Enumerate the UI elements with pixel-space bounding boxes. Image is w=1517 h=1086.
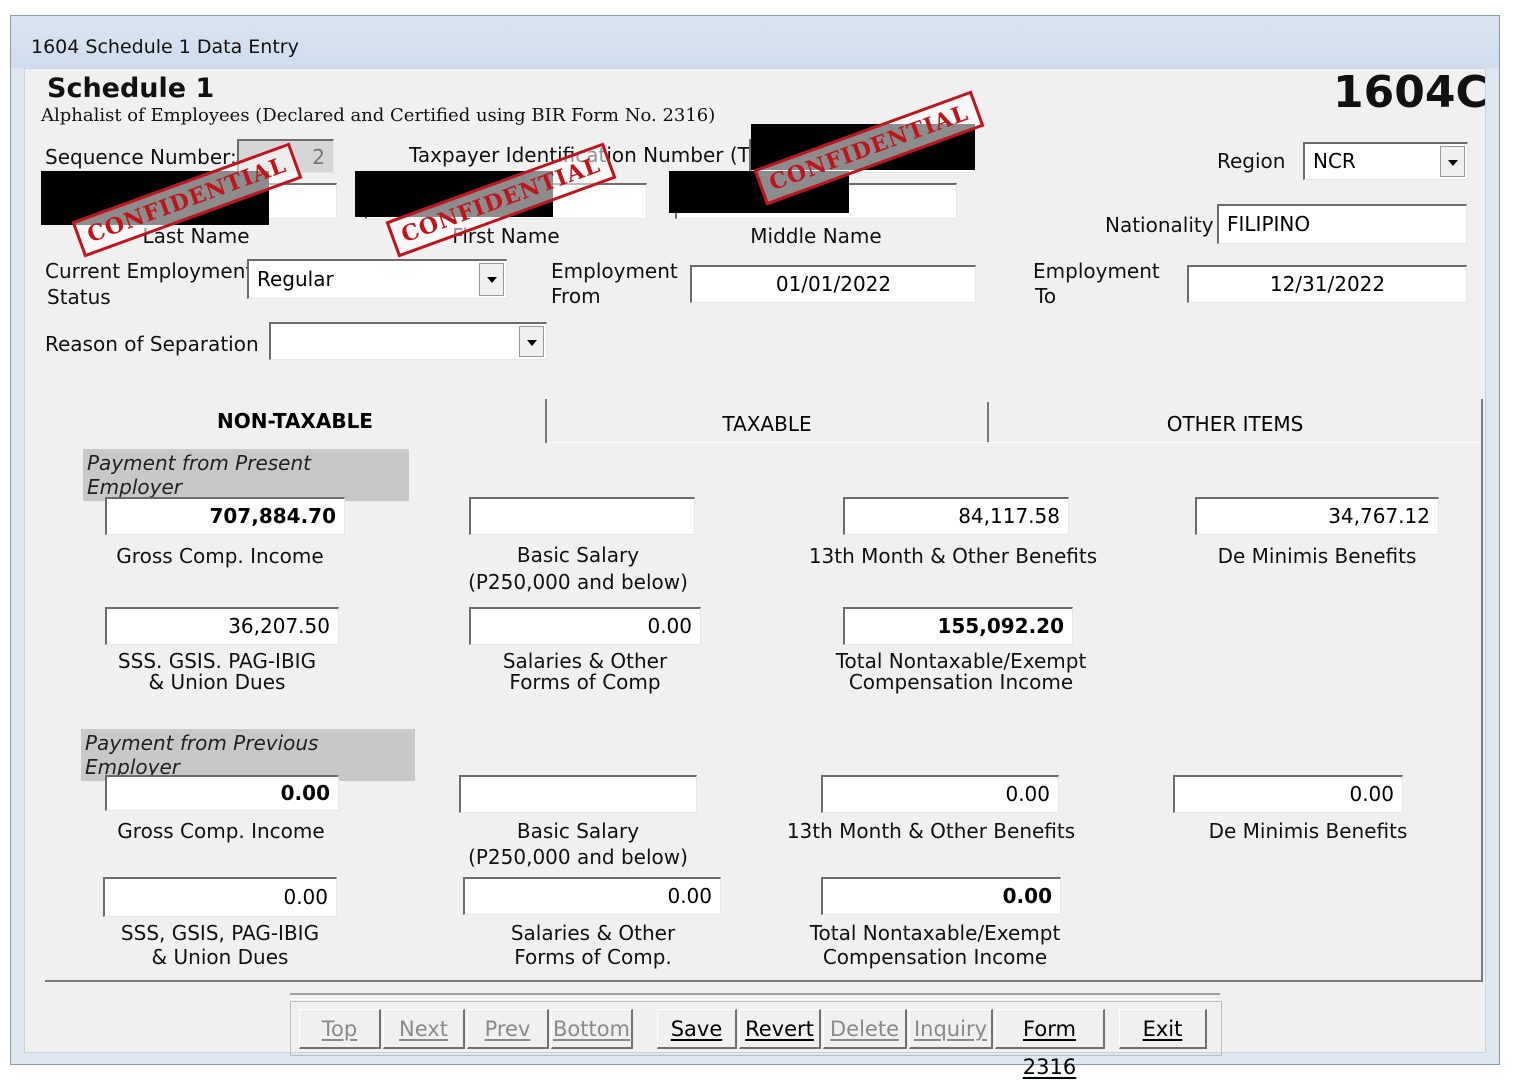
present-total-nontaxable-label-2: Compensation Income (848, 670, 1074, 694)
previous-13th-month-label: 13th Month & Other Benefits (786, 819, 1076, 843)
sequence-number-label: Sequence Number: (45, 145, 237, 169)
middle-name-label: Middle Name (750, 224, 882, 248)
previous-salaries-label-2: Forms of Comp. (514, 945, 672, 969)
save-button[interactable]: Save (657, 1009, 737, 1049)
exit-button[interactable]: Exit (1119, 1009, 1207, 1049)
employment-status-label: Current Employment (45, 259, 254, 283)
previous-total-nontaxable-field[interactable]: 0.00 (821, 877, 1061, 915)
previous-total-nontaxable-label-2: Compensation Income (822, 945, 1048, 969)
present-salaries-field[interactable]: 0.00 (469, 607, 701, 645)
reason-of-separation-label: Reason of Separation (45, 332, 259, 356)
employment-from-label: Employment (551, 259, 678, 283)
tab-panel: NON-TAXABLE TAXABLE OTHER ITEMS Payment … (45, 399, 1483, 982)
present-basic-salary-field[interactable] (469, 497, 695, 535)
previous-sss-field[interactable]: 0.00 (103, 877, 337, 917)
previous-de-minimis-field[interactable]: 0.00 (1173, 775, 1403, 813)
employment-status-label-2: Status (47, 285, 111, 309)
tab-taxable[interactable]: TAXABLE (547, 412, 987, 436)
present-basic-salary-label-2: (P250,000 and below) (468, 570, 688, 594)
employment-status-value: Regular (257, 267, 334, 291)
app-window: 1604 Schedule 1 Data Entry Schedule 1 Al… (10, 15, 1500, 1079)
present-sss-field[interactable]: 36,207.50 (105, 607, 339, 645)
chevron-down-icon[interactable] (1440, 146, 1465, 177)
bottom-button[interactable]: Bottom (551, 1009, 633, 1049)
chevron-down-icon[interactable] (479, 263, 504, 296)
previous-gross-comp-field[interactable]: 0.00 (105, 775, 339, 811)
present-13th-month-field[interactable]: 84,117.58 (843, 497, 1069, 535)
present-total-nontaxable-field[interactable]: 155,092.20 (843, 607, 1073, 645)
tab-other-items[interactable]: OTHER ITEMS (989, 412, 1481, 436)
reason-of-separation-select[interactable] (269, 322, 547, 360)
prev-button[interactable]: Prev (467, 1009, 549, 1049)
previous-basic-salary-label: Basic Salary (516, 819, 640, 843)
form-code: 1604C (1333, 67, 1488, 118)
employment-to-label: Employment (1033, 259, 1160, 283)
region-value: NCR (1313, 149, 1356, 173)
region-select[interactable]: NCR (1303, 142, 1468, 180)
delete-button[interactable]: Delete (823, 1009, 907, 1049)
previous-gross-comp-label: Gross Comp. Income (117, 819, 325, 843)
form-2316-button[interactable]: Form 2316 (995, 1009, 1105, 1079)
present-gross-comp-label: Gross Comp. Income (116, 544, 324, 568)
previous-salaries-field[interactable]: 0.00 (463, 877, 721, 915)
previous-de-minimis-label: De Minimis Benefits (1208, 819, 1408, 843)
employment-from-label-2: From (551, 284, 601, 308)
previous-sss-label: SSS, GSIS, PAG-IBIG (120, 921, 320, 945)
present-13th-month-label: 13th Month & Other Benefits (808, 544, 1098, 568)
present-sss-label-2: & Union Dues (148, 670, 286, 694)
employment-to-field[interactable]: 12/31/2022 (1187, 265, 1467, 303)
nationality-field[interactable]: FILIPINO (1217, 204, 1467, 244)
present-salaries-label-2: Forms of Comp (509, 670, 661, 694)
present-de-minimis-field[interactable]: 34,767.12 (1195, 497, 1439, 535)
button-bar-separator (290, 993, 1220, 1000)
top-button[interactable]: Top (299, 1009, 381, 1049)
present-basic-salary-label: Basic Salary (516, 543, 640, 567)
form-body: Schedule 1 Alphalist of Employees (Decla… (24, 67, 1488, 1079)
employment-to-label-2: To (1035, 284, 1057, 308)
previous-basic-salary-label-2: (P250,000 and below) (468, 845, 688, 869)
inquiry-button[interactable]: Inquiry (909, 1009, 993, 1049)
revert-button[interactable]: Revert (739, 1009, 821, 1049)
previous-sss-label-2: & Union Dues (151, 945, 289, 969)
tab-non-taxable[interactable]: NON-TAXABLE (45, 409, 545, 433)
previous-total-nontaxable-label: Total Nontaxable/Exempt (809, 921, 1061, 945)
next-button[interactable]: Next (383, 1009, 465, 1049)
schedule-title: Schedule 1 (47, 73, 215, 104)
title-bar: 1604 Schedule 1 Data Entry (11, 16, 1499, 68)
previous-employer-section-title: Payment from Previous Employer (81, 729, 415, 781)
schedule-subtitle: Alphalist of Employees (Declared and Cer… (41, 105, 716, 126)
window-title: 1604 Schedule 1 Data Entry (31, 36, 299, 58)
region-label: Region (1217, 149, 1286, 173)
previous-basic-salary-field[interactable] (459, 775, 697, 813)
previous-13th-month-field[interactable]: 0.00 (821, 775, 1059, 813)
chevron-down-icon[interactable] (519, 326, 544, 357)
present-de-minimis-label: De Minimis Benefits (1217, 544, 1417, 568)
nationality-label: Nationality (1105, 213, 1214, 237)
employment-status-select[interactable]: Regular (247, 259, 507, 299)
tab-strip-line (547, 442, 1481, 443)
previous-salaries-label: Salaries & Other (510, 921, 676, 945)
present-employer-section-title: Payment from Present Employer (83, 449, 409, 501)
button-bar: Top Next Prev Bottom Save Revert Delete … (290, 1001, 1222, 1079)
present-gross-comp-field[interactable]: 707,884.70 (105, 497, 345, 535)
employment-from-field[interactable]: 01/01/2022 (690, 265, 976, 303)
